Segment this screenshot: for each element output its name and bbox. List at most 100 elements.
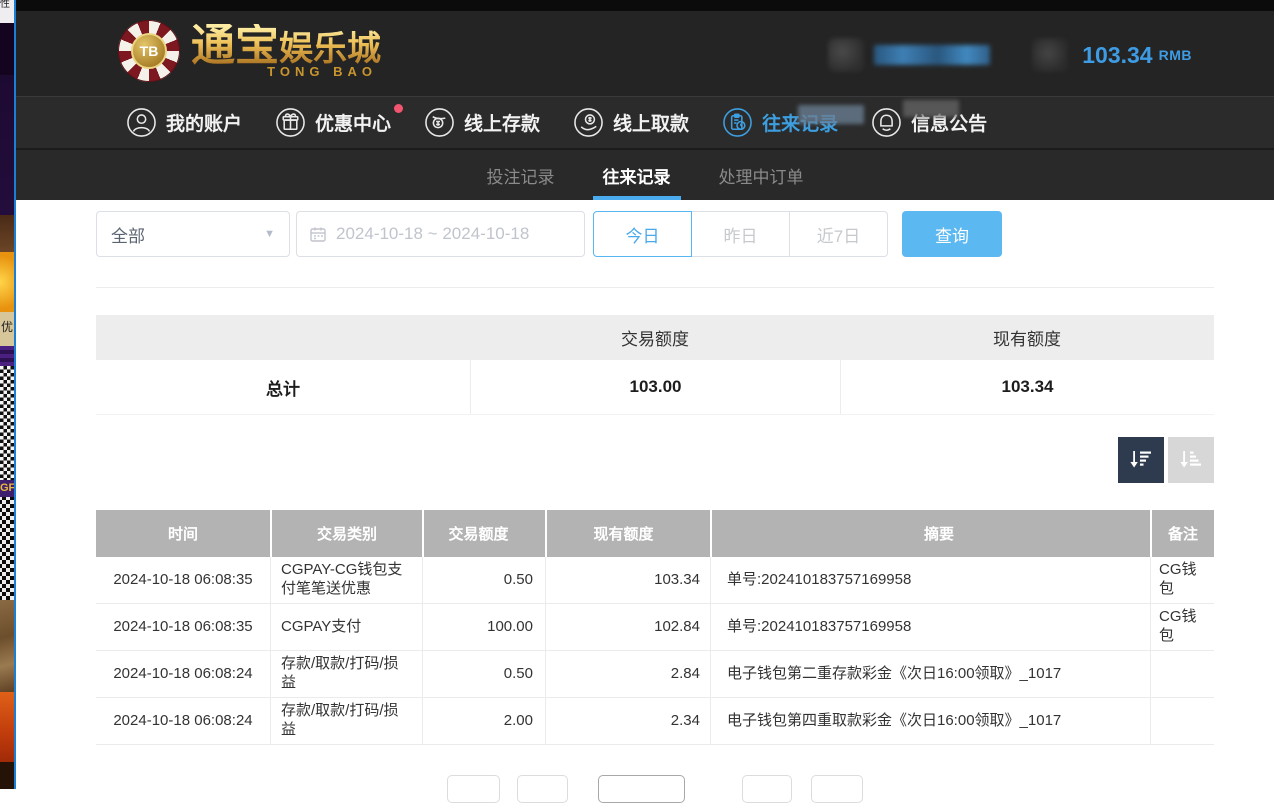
censored-username <box>874 45 990 65</box>
tab-transaction-records[interactable]: 往来记录 <box>599 150 675 200</box>
pagination <box>96 775 1214 803</box>
table-cell <box>1150 651 1214 697</box>
table-cell: 2024-10-18 06:08:24 <box>96 651 270 697</box>
censored-patch <box>798 105 864 124</box>
table-cell: 电子钱包第二重存款彩金《次日16:00领取》_1017 <box>710 651 1150 697</box>
summary-total-row: 总计 103.00 103.34 <box>96 360 1214 415</box>
censored-patch <box>903 100 959 117</box>
records-clipboard-icon <box>722 107 753 138</box>
logo-subtitle: TONG BAO <box>191 64 381 79</box>
summary-table: 交易额度 现有额度 总计 103.00 103.34 <box>96 315 1214 415</box>
balance-currency: RMB <box>1159 47 1192 63</box>
pagination-page-indicator[interactable] <box>598 775 685 803</box>
quick-range-group: 今日 昨日 近7日 <box>593 211 888 257</box>
records-table-header: 时间交易类别交易额度现有额度摘要备注 <box>96 510 1214 557</box>
quick-range-today[interactable]: 今日 <box>593 211 692 257</box>
background-window-sliver: 性 优 GF <box>0 0 14 789</box>
background-purple-label: GF <box>0 480 14 497</box>
sub-nav: 投注记录 往来记录 处理中订单 <box>16 148 1274 200</box>
table-cell: 2024-10-18 06:08:35 <box>96 604 270 650</box>
table-cell: 单号:202410183757169958 <box>710 604 1150 650</box>
table-cell: CG钱包 <box>1150 557 1214 603</box>
sort-ascending-icon <box>1178 447 1204 473</box>
table-cell: 103.34 <box>545 557 710 603</box>
sort-descending-button[interactable] <box>1118 437 1164 483</box>
site-header: TB 通宝娱乐城 TONG BAO 103.34 RMB <box>16 11 1274 96</box>
background-text-fragment: 性 <box>0 0 14 23</box>
pagination-button[interactable] <box>447 775 500 803</box>
table-row: 2024-10-18 06:08:35CGPAY-CG钱包支付笔笔送优惠0.50… <box>96 557 1214 604</box>
pagination-button[interactable] <box>517 775 568 803</box>
gift-icon <box>275 107 306 138</box>
summary-total-label: 总计 <box>96 375 470 400</box>
column-header: 备注 <box>1150 510 1214 557</box>
table-cell: CG钱包 <box>1150 604 1214 650</box>
sort-descending-icon <box>1128 447 1154 473</box>
balance-value: 103.34 <box>1082 42 1152 69</box>
main-content: 全部 ▼ 2024-10-18 ~ 2024-10-18 今日 昨日 近7日 查… <box>16 200 1274 789</box>
logo-title-rest: 娱乐城 <box>279 31 381 68</box>
nav-item-online-withdrawal[interactable]: 线上取款 <box>573 107 689 138</box>
withdraw-coin-hand-icon <box>573 107 604 138</box>
quick-range-yesterday[interactable]: 昨日 <box>691 211 790 257</box>
censored-avatar <box>828 38 864 72</box>
nav-item-promotions[interactable]: 优惠中心 <box>275 107 391 138</box>
table-cell: 单号:202410183757169958 <box>710 557 1150 603</box>
summary-col-transaction-amount: 交易额度 <box>470 325 840 350</box>
qr-code-fragment <box>0 366 14 480</box>
table-cell: 0.50 <box>422 557 545 603</box>
search-button[interactable]: 查询 <box>902 211 1002 257</box>
background-banner-char: 优 <box>0 312 14 346</box>
logo-title-main: 通宝 <box>191 21 279 70</box>
table-row: 2024-10-18 06:08:24存款/取款/打码/损益2.002.34电子… <box>96 698 1214 745</box>
sort-controls <box>96 437 1214 483</box>
date-range-input[interactable]: 2024-10-18 ~ 2024-10-18 <box>296 211 585 257</box>
pagination-button[interactable] <box>811 775 863 803</box>
quick-range-last7days[interactable]: 近7日 <box>789 211 888 257</box>
site-logo[interactable]: TB 通宝娱乐城 TONG BAO <box>118 20 381 82</box>
category-select[interactable]: 全部 ▼ <box>96 211 290 257</box>
table-cell: 0.50 <box>422 651 545 697</box>
summary-col-current-balance: 现有额度 <box>840 325 1214 350</box>
main-nav: 我的账户 优惠中心 线上存款 线上取款 往来记录 <box>16 96 1274 148</box>
user-icon <box>126 107 157 138</box>
pagination-button[interactable] <box>742 775 792 803</box>
filter-bar: 全部 ▼ 2024-10-18 ~ 2024-10-18 今日 昨日 近7日 查… <box>96 211 1214 257</box>
chevron-down-icon: ▼ <box>264 228 275 240</box>
column-header: 交易类别 <box>270 510 422 557</box>
column-header: 交易额度 <box>422 510 545 557</box>
user-bar: 103.34 RMB <box>828 38 1192 72</box>
tab-processing-orders[interactable]: 处理中订单 <box>715 150 808 200</box>
column-header: 摘要 <box>710 510 1150 557</box>
sort-ascending-button[interactable] <box>1168 437 1214 483</box>
column-header: 时间 <box>96 510 270 557</box>
table-cell: 2.34 <box>545 698 710 744</box>
table-row: 2024-10-18 06:08:24存款/取款/打码/损益0.502.84电子… <box>96 651 1214 698</box>
summary-total-transaction: 103.00 <box>470 360 840 414</box>
calendar-icon <box>309 225 327 243</box>
summary-table-header: 交易额度 现有额度 <box>96 315 1214 360</box>
table-cell: 2.84 <box>545 651 710 697</box>
top-black-strip <box>16 0 1274 11</box>
nav-item-online-deposit[interactable]: 线上存款 <box>424 107 540 138</box>
nav-item-my-account[interactable]: 我的账户 <box>126 107 242 138</box>
censored-wallet-icon[interactable] <box>1032 38 1068 72</box>
table-cell: 102.84 <box>545 604 710 650</box>
table-cell: 100.00 <box>422 604 545 650</box>
table-cell <box>1150 698 1214 744</box>
summary-total-balance: 103.34 <box>840 360 1214 414</box>
bell-icon <box>871 107 902 138</box>
casino-chip-icon: TB <box>118 20 180 82</box>
table-cell: 2024-10-18 06:08:35 <box>96 557 270 603</box>
app-window: TB 通宝娱乐城 TONG BAO 103.34 RMB 我的账户 <box>16 0 1274 789</box>
table-cell: 2024-10-18 06:08:24 <box>96 698 270 744</box>
table-cell: 电子钱包第四重取款彩金《次日16:00领取》_1017 <box>710 698 1150 744</box>
section-divider <box>96 287 1214 288</box>
table-cell: 存款/取款/打码/损益 <box>270 651 422 697</box>
chip-monogram: TB <box>131 33 167 69</box>
notification-dot <box>394 104 403 113</box>
table-cell: 2.00 <box>422 698 545 744</box>
table-cell: CGPAY支付 <box>270 604 422 650</box>
tab-betting-records[interactable]: 投注记录 <box>483 150 559 200</box>
records-table-body: 2024-10-18 06:08:35CGPAY-CG钱包支付笔笔送优惠0.50… <box>96 557 1214 745</box>
